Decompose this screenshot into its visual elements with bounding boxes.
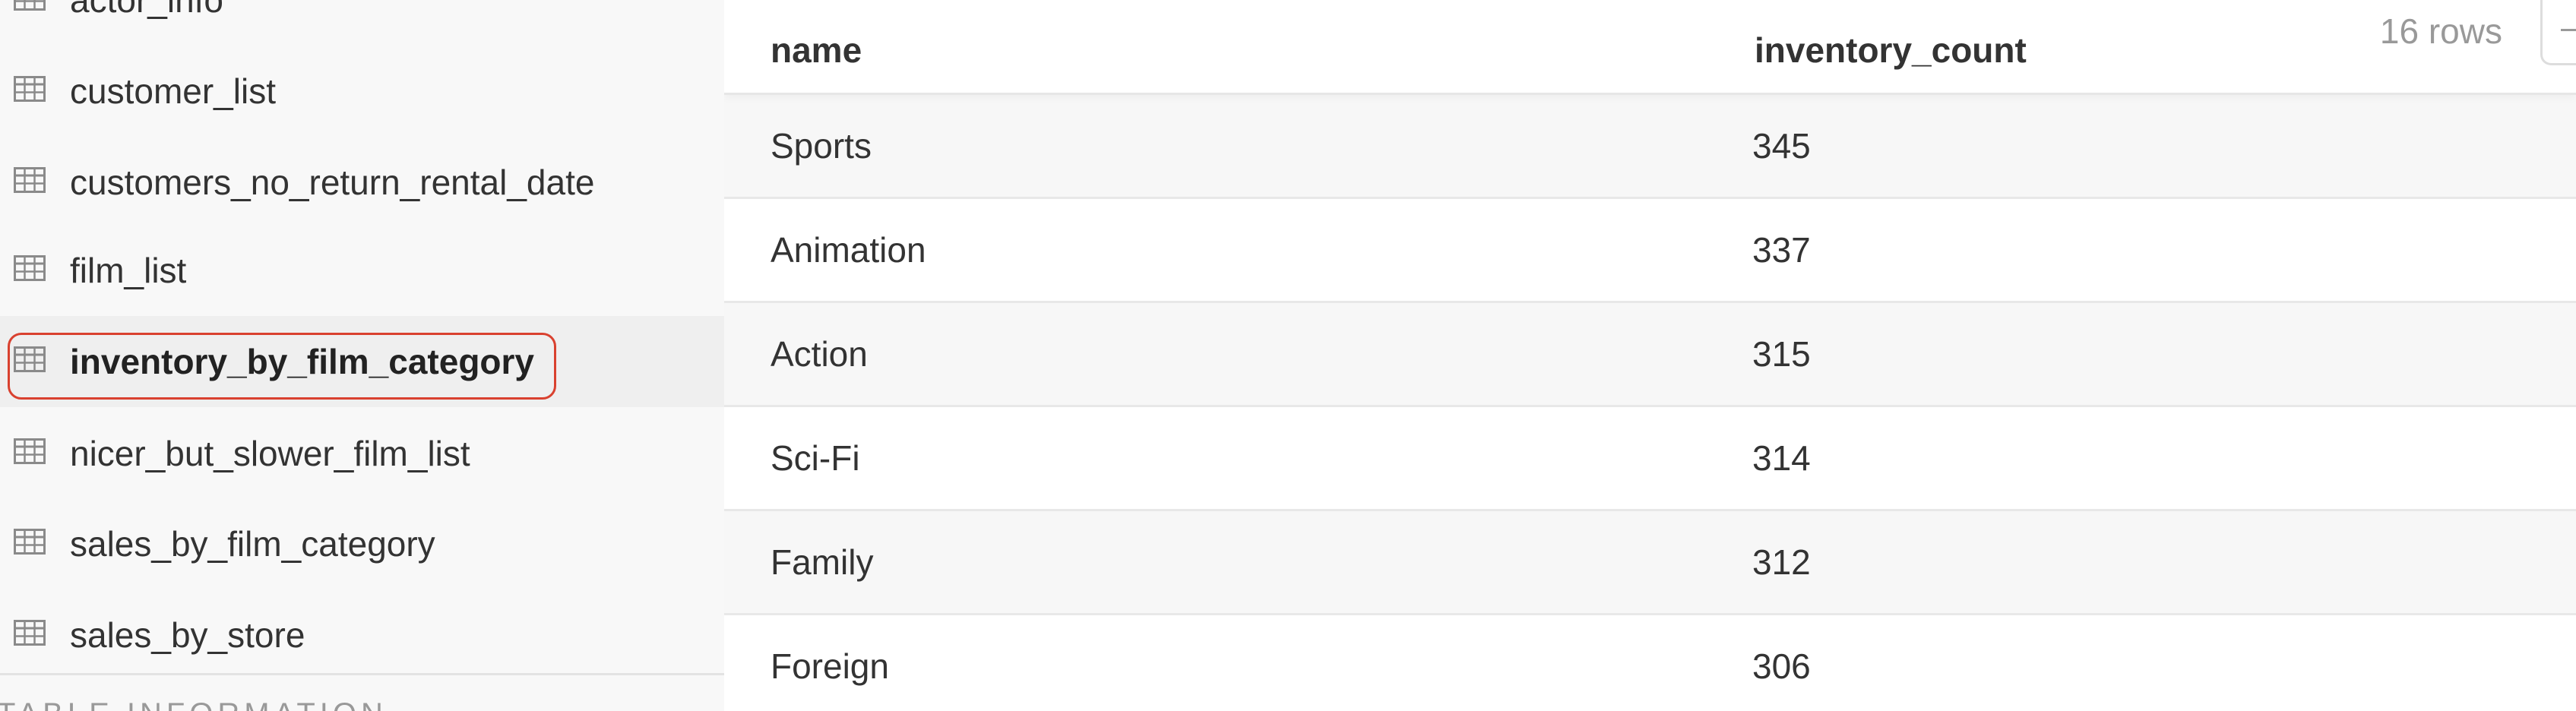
sidebar-item-inventory-by-film-category[interactable]: inventory_by_film_category	[0, 316, 724, 407]
table-icon	[14, 346, 46, 372]
cell-name: Foreign	[771, 646, 889, 686]
sidebar-divider	[0, 673, 724, 675]
app-root: actor_info customer_list customers_no_re…	[0, 0, 2576, 711]
sidebar-item-customer-list[interactable]: customer_list	[0, 46, 724, 137]
cell-inventory-count: 312	[1752, 542, 1811, 582]
table-row[interactable]: Foreign 306	[724, 615, 2576, 711]
cell-inventory-count: 337	[1752, 230, 1811, 270]
cell-name: Sci-Fi	[771, 438, 860, 478]
sidebar-item-film-list[interactable]: film_list	[0, 225, 724, 316]
sidebar-item-customers-no-return-rental-date[interactable]: customers_no_return_rental_date	[0, 137, 724, 228]
sidebar-item-nicer-but-slower-film-list[interactable]: nicer_but_slower_film_list	[0, 408, 724, 499]
table-icon	[14, 438, 46, 464]
table-header: name inventory_count 16 rows	[724, 0, 2576, 95]
cell-inventory-count: 345	[1752, 126, 1811, 166]
table-row[interactable]: Action 315	[724, 303, 2576, 407]
table-icon	[14, 76, 46, 102]
sidebar-item-label: customer_list	[70, 71, 276, 111]
row-count-label: 16 rows	[2379, 11, 2502, 51]
table-row[interactable]: Sci-Fi 314	[724, 407, 2576, 511]
table-row[interactable]: Animation 337	[724, 199, 2576, 303]
dash-icon	[2561, 29, 2576, 31]
sidebar-item-sales-by-store[interactable]: sales_by_store	[0, 589, 724, 681]
cell-name: Sports	[771, 126, 872, 166]
sidebar-item-sales-by-film-category[interactable]: sales_by_film_category	[0, 498, 724, 589]
sidebar-item-label: sales_by_store	[70, 615, 305, 655]
column-header-name[interactable]: name	[771, 0, 862, 95]
sidebar-item-label: customers_no_return_rental_date	[70, 163, 595, 202]
sidebar: actor_info customer_list customers_no_re…	[0, 0, 725, 711]
sidebar-item-actor-info[interactable]: actor_info	[0, 0, 724, 46]
sidebar-item-label: nicer_but_slower_film_list	[70, 434, 470, 473]
cell-name: Animation	[771, 230, 926, 270]
sidebar-item-label: actor_info	[70, 0, 224, 20]
sidebar-item-label: film_list	[70, 251, 187, 290]
table-icon	[14, 620, 46, 646]
cell-name: Family	[771, 542, 874, 582]
results-table: Sports 345 Animation 337 Action 315 Sci-…	[724, 0, 2576, 711]
cell-name: Action	[771, 334, 868, 374]
table-row[interactable]: Sports 345	[724, 95, 2576, 199]
toolbar-edge-button[interactable]	[2540, 0, 2576, 65]
table-icon	[14, 255, 46, 281]
column-header-inventory-count[interactable]: inventory_count	[1755, 0, 2027, 95]
table-row[interactable]: Family 312	[724, 511, 2576, 615]
table-icon	[14, 0, 46, 11]
table-icon	[14, 529, 46, 555]
cell-inventory-count: 314	[1752, 438, 1811, 478]
cell-inventory-count: 306	[1752, 646, 1811, 686]
table-icon	[14, 167, 46, 193]
sidebar-item-label: sales_by_film_category	[70, 524, 435, 564]
sidebar-item-label: inventory_by_film_category	[70, 342, 535, 381]
cell-inventory-count: 315	[1752, 334, 1811, 374]
sidebar-section-heading: TABLE INFORMATION	[0, 697, 388, 711]
